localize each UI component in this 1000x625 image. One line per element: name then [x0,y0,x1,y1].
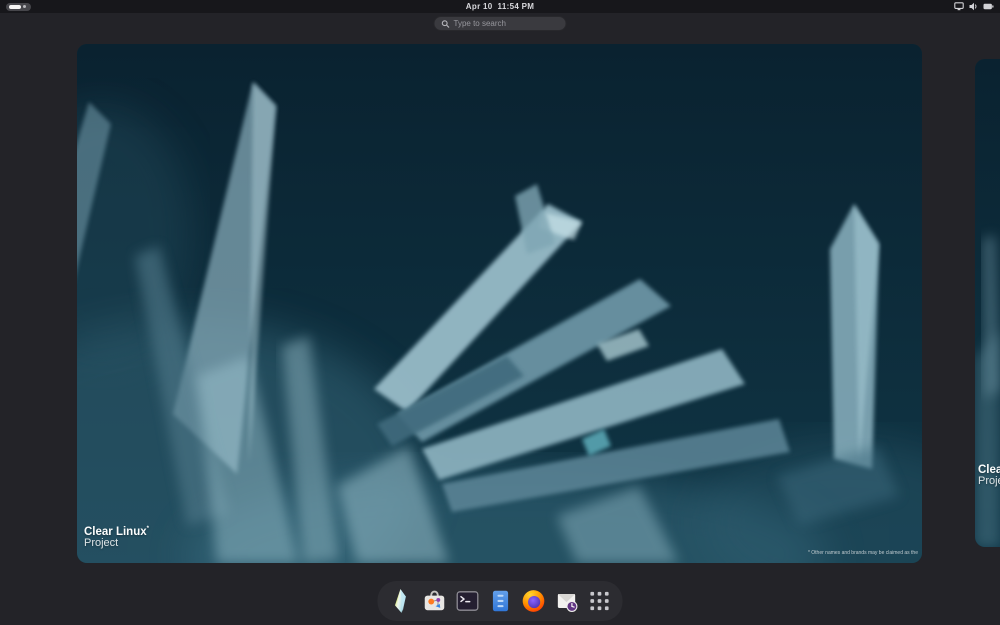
file-cabinet-glyph [487,588,513,614]
wallpaper-crystals-partial [975,59,1000,547]
workspace-thumbnail-adjacent[interactable]: Clear Linux Project [975,59,1000,547]
clear-linux-logo-icon[interactable] [387,587,416,616]
terminal-icon[interactable] [453,587,482,616]
app-grid-icon[interactable] [585,587,614,616]
terminal-prompt-glyph [454,588,480,614]
mail-pending-icon[interactable] [552,587,581,616]
firefox-flame-glyph [520,588,546,614]
crystal-shard-glyph [388,588,414,614]
files-icon[interactable] [486,587,515,616]
search-input[interactable] [454,19,559,28]
network-icon [954,2,964,11]
workspace-dot [23,5,26,8]
wallpaper-crystals [77,44,922,563]
volume-icon [969,2,978,11]
battery-icon [983,2,994,11]
shopping-bag-glyph [421,588,447,614]
active-workspace-pill [9,5,21,9]
nine-dot-grid-glyph [586,588,612,614]
workspace-thumbnail-primary[interactable]: Clear Linux* Project * Other names and b… [77,44,922,563]
search-bar[interactable] [434,16,567,31]
clock[interactable]: Apr 10 11:54 PM [466,0,534,13]
system-status-area[interactable] [954,2,994,11]
top-bar: Apr 10 11:54 PM [0,0,1000,13]
workspaces-indicator[interactable] [6,3,31,11]
envelope-clock-glyph [553,588,579,614]
firefox-icon[interactable] [519,587,548,616]
dash [378,581,623,621]
search-icon [442,15,450,33]
software-store-icon[interactable] [420,587,449,616]
